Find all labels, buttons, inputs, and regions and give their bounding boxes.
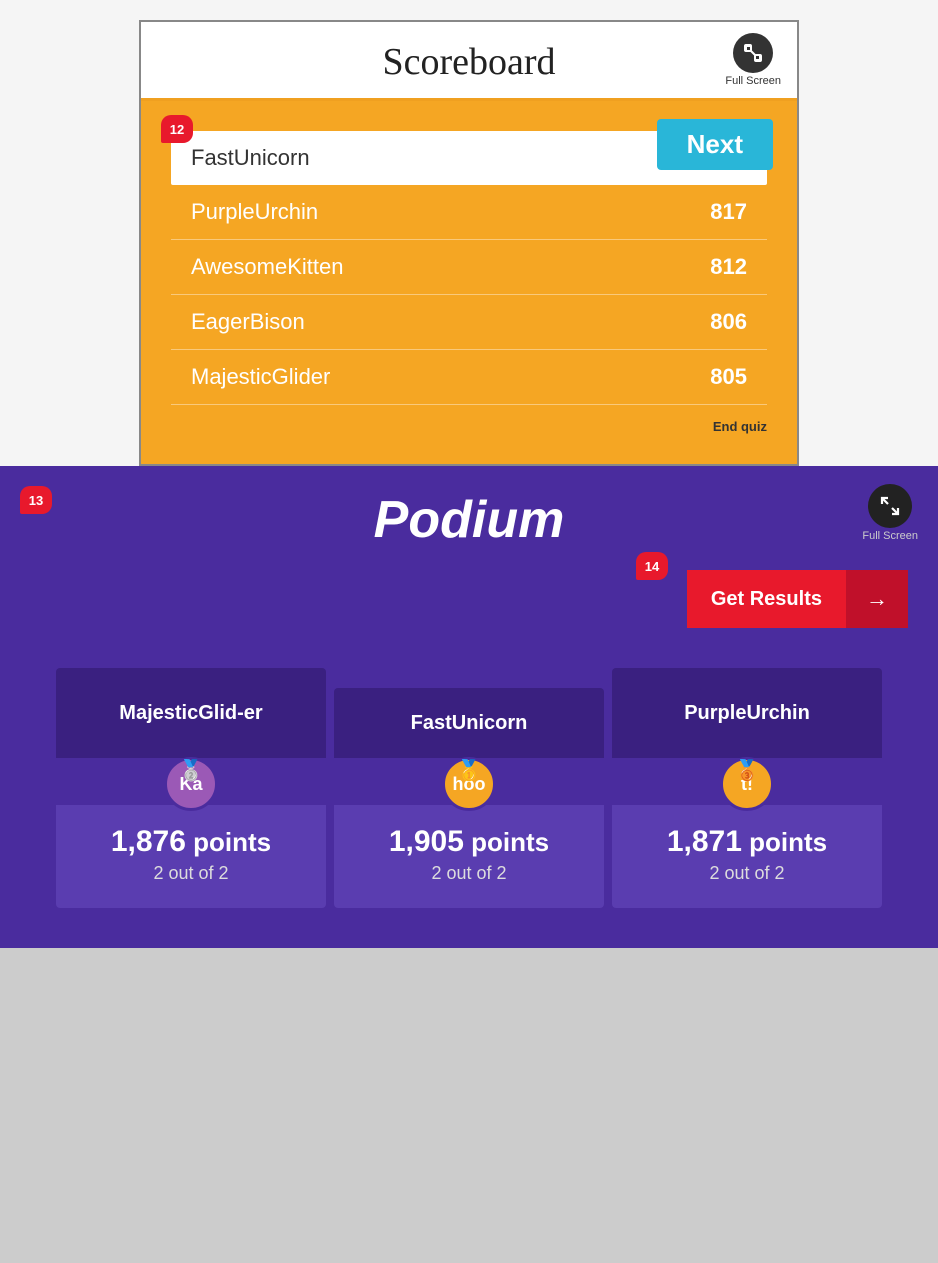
card-outof-purpleurchin: 2 out of 2	[626, 863, 868, 884]
podium-header: 13 Podium Full Screen	[0, 466, 938, 560]
medal-icon-center: 🥇	[457, 758, 482, 783]
podium-card-left: MajesticGlid-er 🥈 Ka 1,876 points 2 out …	[56, 668, 326, 908]
next-button[interactable]: Next	[657, 119, 773, 170]
fullscreen-label-1: Full Screen	[725, 75, 781, 87]
player-name: MajesticGlider	[191, 364, 330, 390]
medal-icon-right: 🥉	[735, 758, 760, 783]
get-results-arrow-icon: →	[846, 570, 908, 628]
player-name: FastUnicorn	[191, 145, 310, 171]
scoreboard-container: Scoreboard Full Screen 12 Next	[139, 20, 799, 466]
fullscreen-button-1[interactable]: Full Screen	[725, 33, 781, 87]
player-score: 812	[710, 254, 747, 280]
table-row: AwesomeKitten 812	[171, 240, 767, 295]
badge-12: 12	[161, 115, 193, 143]
fullscreen-button-2[interactable]: Full Screen	[862, 484, 918, 542]
fullscreen-icon-2	[868, 484, 912, 528]
card-score-majesticglider: 1,876 points 2 out of 2	[56, 805, 326, 908]
fullscreen-icon-1	[733, 33, 773, 73]
player-name: EagerBison	[191, 309, 305, 335]
get-results-button[interactable]: Get Results →	[687, 570, 908, 628]
player-name: AwesomeKitten	[191, 254, 343, 280]
player-score: 806	[710, 309, 747, 335]
card-points-purpleurchin: 1,871 points	[626, 825, 868, 859]
card-score-purpleurchin: 1,871 points 2 out of 2	[612, 805, 882, 908]
podium-title: Podium	[374, 490, 565, 550]
card-points-majesticglider: 1,876 points	[70, 825, 312, 859]
card-outof-majesticglider: 2 out of 2	[70, 863, 312, 884]
podium-cards: MajesticGlid-er 🥈 Ka 1,876 points 2 out …	[0, 648, 938, 908]
table-row: EagerBison 806	[171, 295, 767, 350]
card-points-fastunicorn: 1,905 points	[348, 825, 590, 859]
table-row: MajesticGlider 805	[171, 350, 767, 405]
card-score-fastunicorn: 1,905 points 2 out of 2	[334, 805, 604, 908]
end-quiz-link[interactable]: End quiz	[171, 405, 767, 434]
player-name: PurpleUrchin	[191, 199, 318, 225]
get-results-label: Get Results	[687, 572, 846, 627]
card-name-purpleurchin: PurpleUrchin	[612, 668, 882, 758]
badge-14: 14	[636, 552, 668, 580]
player-score: 805	[710, 364, 747, 390]
fullscreen-label-2: Full Screen	[862, 530, 918, 542]
card-name-fastunicorn: FastUnicorn	[334, 688, 604, 758]
podium-card-right: PurpleUrchin 🥉 t! 1,871 points 2 out of …	[612, 668, 882, 908]
table-row: PurpleUrchin 817	[171, 185, 767, 240]
medal-icon-left: 🥈	[179, 758, 204, 783]
podium-card-center: FastUnicorn 🥇 hoo 1,905 points 2 out of …	[334, 688, 604, 908]
scoreboard-body: 12 Next FastUnicorn 830 PurpleUrchin 817…	[141, 101, 797, 464]
badge-13: 13	[20, 486, 52, 514]
card-outof-fastunicorn: 2 out of 2	[348, 863, 590, 884]
score-table: FastUnicorn 830 PurpleUrchin 817 Awesome…	[171, 131, 767, 405]
scoreboard-header: Scoreboard Full Screen	[141, 22, 797, 101]
scoreboard-panel: Scoreboard Full Screen 12 Next	[0, 0, 938, 466]
player-score: 817	[710, 199, 747, 225]
scoreboard-title: Scoreboard	[382, 40, 555, 84]
get-results-container: 14 Get Results →	[0, 560, 938, 648]
card-name-majesticglider: MajesticGlid-er	[56, 668, 326, 758]
podium-section: 13 Podium Full Screen 14 Get Results → M…	[0, 466, 938, 948]
